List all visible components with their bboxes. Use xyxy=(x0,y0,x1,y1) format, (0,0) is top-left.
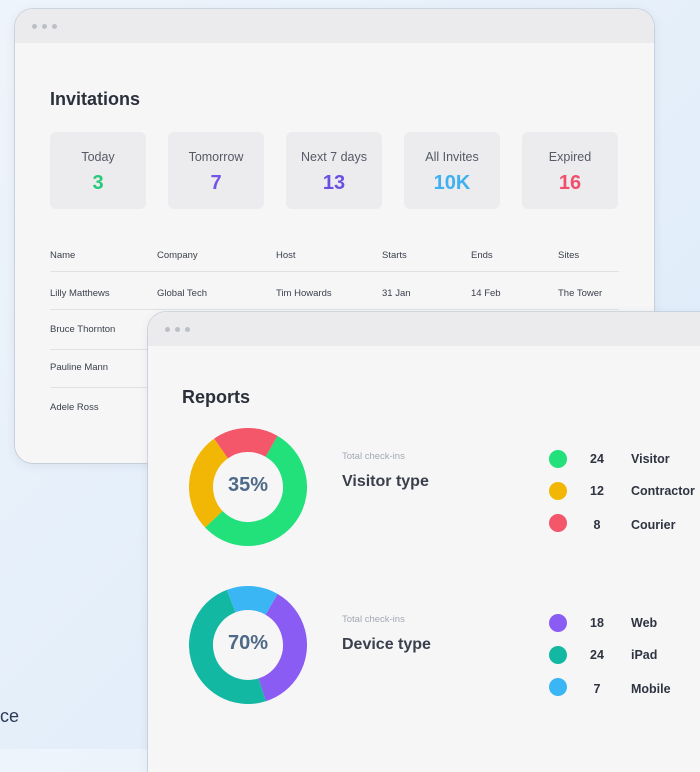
legend-count: 12 xyxy=(590,484,604,498)
stat-value: 7 xyxy=(210,172,222,194)
stat-value: 13 xyxy=(322,172,346,194)
stat-label: Expired xyxy=(548,150,592,164)
column-header-host[interactable]: Host xyxy=(276,250,296,261)
reports-window: Reports 35% Total check-ins Visitor type… xyxy=(148,312,700,772)
window-dot[interactable] xyxy=(42,24,47,29)
column-header-starts[interactable]: Starts xyxy=(382,250,407,261)
window-dot[interactable] xyxy=(175,327,180,332)
column-header-sites[interactable]: Sites xyxy=(558,250,579,261)
legend-count: 8 xyxy=(593,518,601,532)
legend-label: Contractor xyxy=(631,484,695,498)
cell-sites: The Tower xyxy=(558,288,603,299)
device-type-title: Device type xyxy=(342,636,431,653)
column-header-name[interactable]: Name xyxy=(50,250,75,261)
stat-label: Today xyxy=(81,150,115,164)
legend-count: 24 xyxy=(590,648,604,662)
cell-name: Lilly Matthews xyxy=(50,288,110,299)
stat-card-all-invites[interactable]: All Invites 10K xyxy=(404,132,500,209)
invitations-title: Invitations xyxy=(50,89,141,109)
device-type-subtitle: Total check-ins xyxy=(342,614,405,625)
stat-card-today[interactable]: Today 3 xyxy=(50,132,146,209)
visitor-type-percent: 35% xyxy=(227,474,269,496)
legend-dot xyxy=(549,614,567,632)
table-row-name[interactable]: Adele Ross xyxy=(50,402,99,413)
table-row-name[interactable]: Pauline Mann xyxy=(50,362,108,373)
stat-value: 3 xyxy=(92,172,104,194)
window-controls[interactable] xyxy=(165,327,190,332)
stat-card-next-7-days[interactable]: Next 7 days 13 xyxy=(286,132,382,209)
legend-count: 7 xyxy=(593,682,601,696)
legend-label: Visitor xyxy=(631,452,670,466)
legend-dot xyxy=(549,678,567,696)
legend-dot xyxy=(549,482,567,500)
window-titlebar xyxy=(15,9,654,43)
window-dot[interactable] xyxy=(52,24,57,29)
device-type-percent: 70% xyxy=(227,632,269,654)
reports-title: Reports xyxy=(182,387,251,407)
table-row-name[interactable]: Bruce Thornton xyxy=(50,324,115,335)
legend-dot xyxy=(549,450,567,468)
legend-label: Web xyxy=(631,616,658,630)
cell-host: Tim Howards xyxy=(276,288,332,299)
legend-count: 24 xyxy=(590,452,604,466)
table-divider xyxy=(50,309,619,310)
legend-label: iPad xyxy=(631,648,658,662)
window-controls[interactable] xyxy=(32,24,57,29)
legend-dot xyxy=(549,646,567,664)
column-header-company[interactable]: Company xyxy=(157,250,198,261)
cell-starts: 31 Jan xyxy=(382,288,411,299)
cell-ends: 14 Feb xyxy=(471,288,501,299)
stat-card-expired[interactable]: Expired 16 xyxy=(522,132,618,209)
legend-dot xyxy=(549,514,567,532)
table-divider xyxy=(50,271,619,272)
window-dot[interactable] xyxy=(185,327,190,332)
legend-label: Mobile xyxy=(631,682,671,696)
visitor-type-title: Visitor type xyxy=(342,473,429,490)
window-dot[interactable] xyxy=(165,327,170,332)
legend-label: Courier xyxy=(631,518,676,532)
legend-count: 18 xyxy=(590,616,604,630)
stat-value: 10K xyxy=(433,172,471,194)
stat-label: All Invites xyxy=(425,150,479,164)
window-dot[interactable] xyxy=(32,24,37,29)
window-titlebar xyxy=(148,312,700,346)
cell-company: Global Tech xyxy=(157,288,207,299)
stat-label: Next 7 days xyxy=(300,150,367,164)
stat-value: 16 xyxy=(558,172,582,194)
stat-label: Tomorrow xyxy=(188,150,244,164)
visitor-type-subtitle: Total check-ins xyxy=(342,451,405,462)
stat-card-tomorrow[interactable]: Tomorrow 7 xyxy=(168,132,264,209)
background-partial-text: ce xyxy=(0,706,20,726)
column-header-ends[interactable]: Ends xyxy=(471,250,493,261)
